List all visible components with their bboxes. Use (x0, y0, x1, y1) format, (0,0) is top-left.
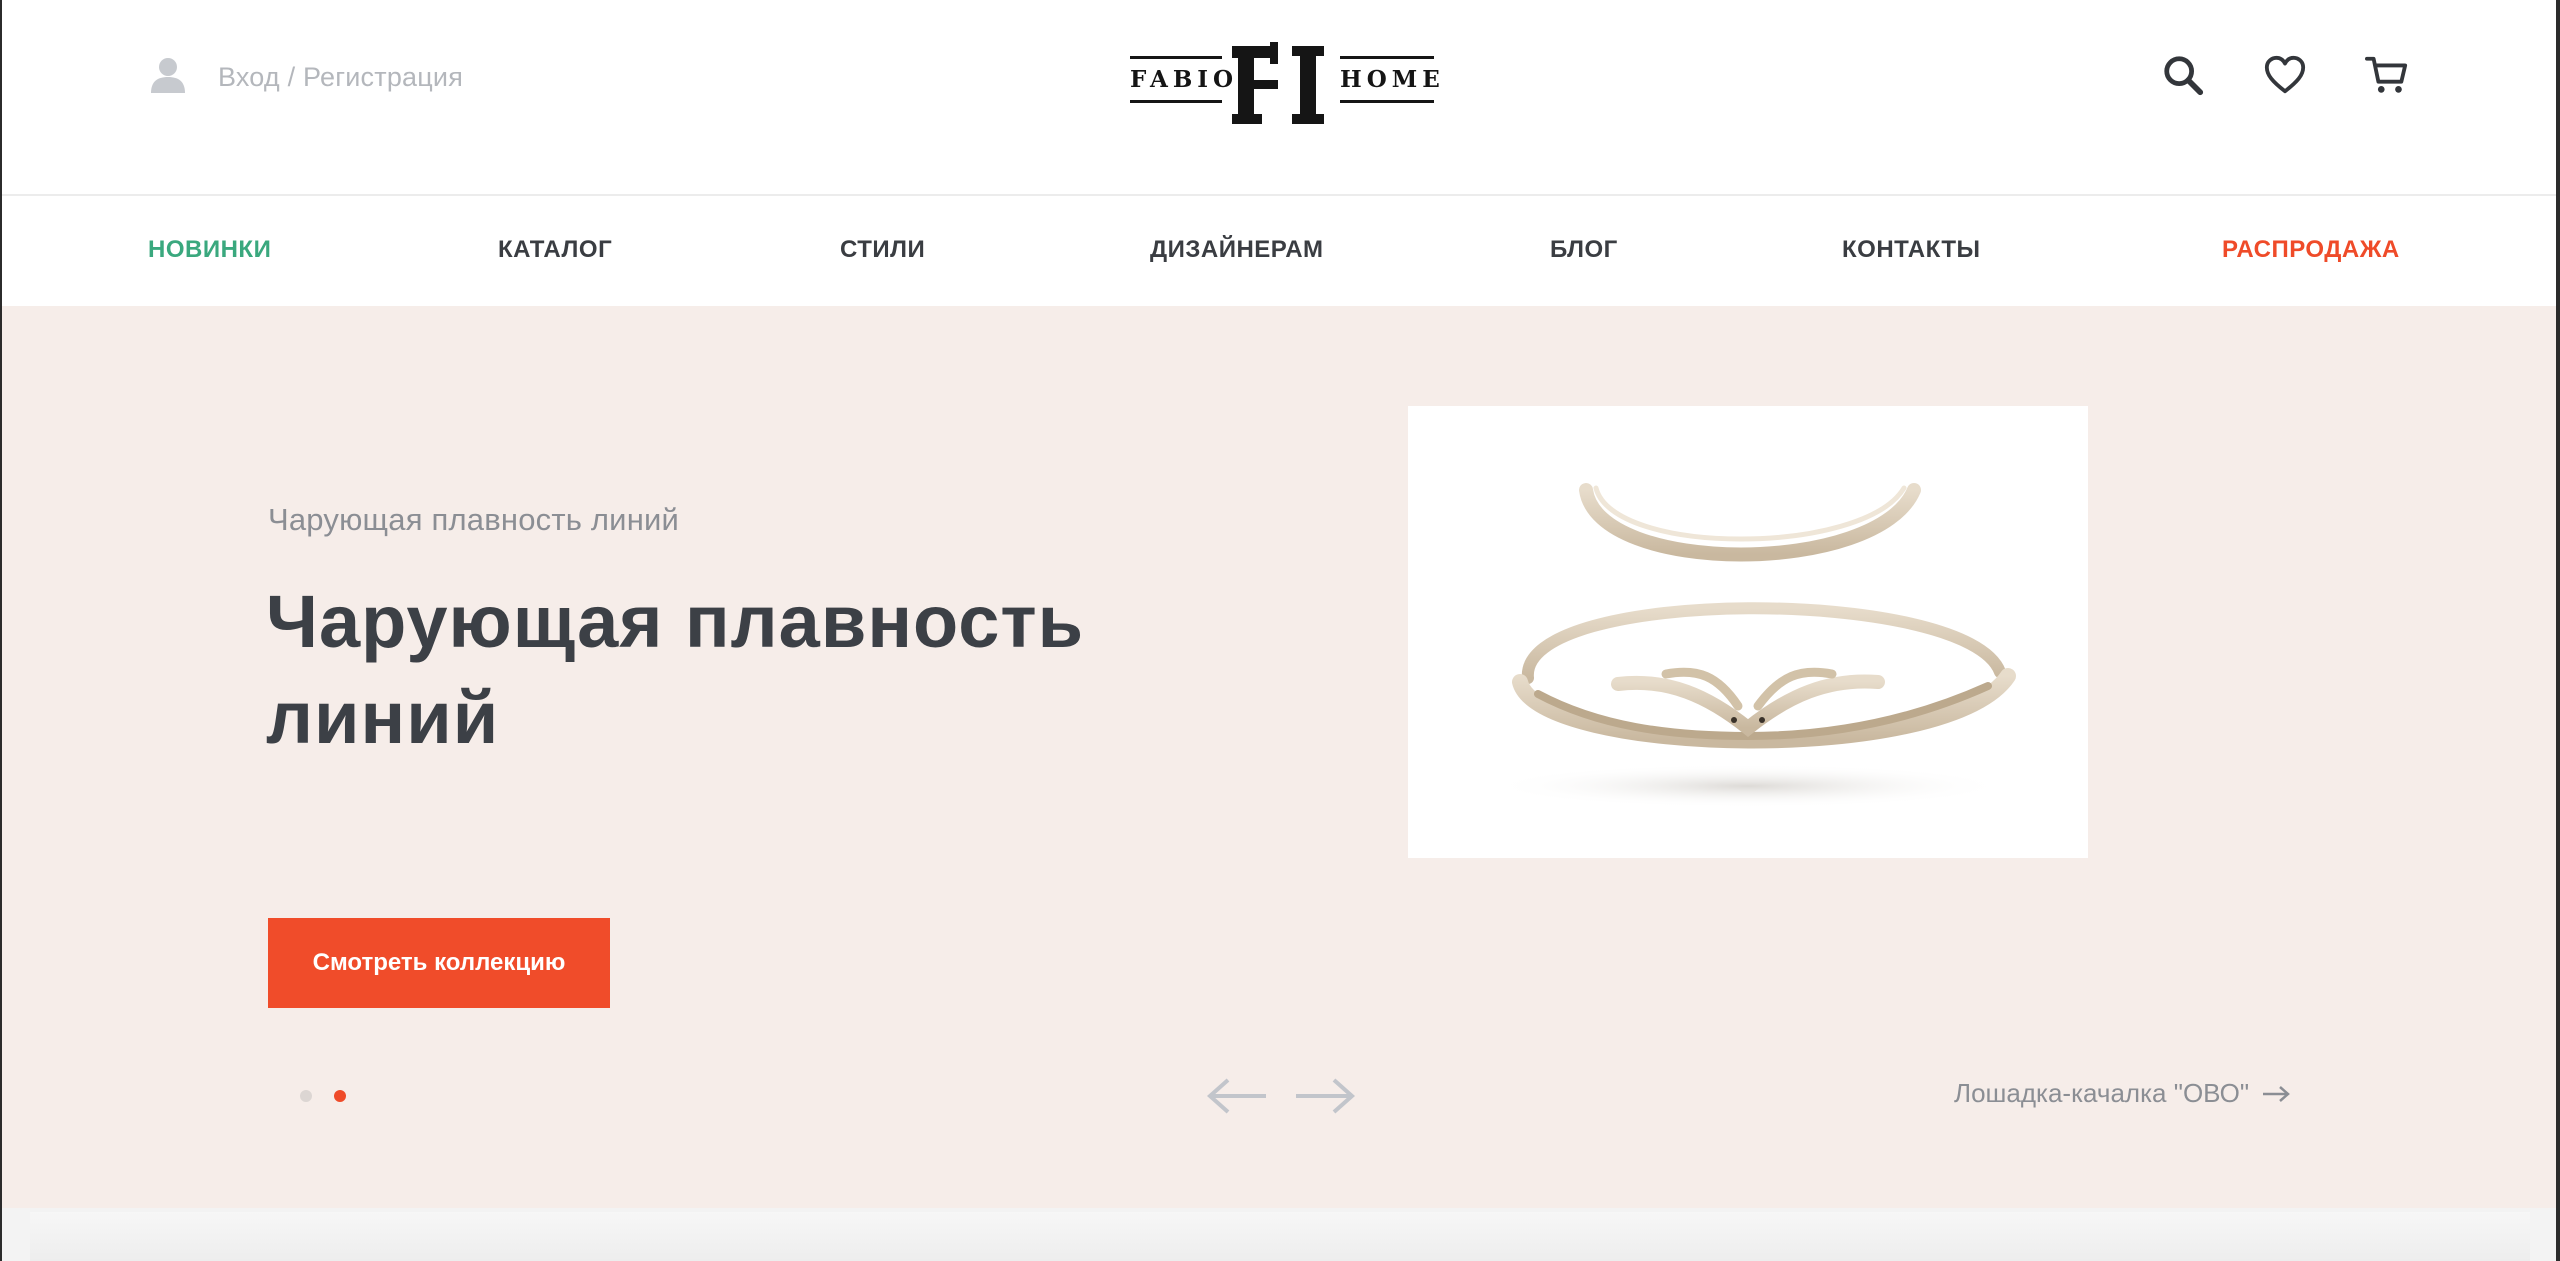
slider-dot-1[interactable] (300, 1090, 312, 1102)
cart-icon[interactable] (2364, 52, 2410, 98)
header: Вход / Регистрация FABIO HOME (2, 0, 2556, 196)
product-link-label: Лошадка-качалка "ОВО" (1954, 1078, 2250, 1108)
nav-item-new[interactable]: НОВИНКИ (148, 236, 271, 264)
logo-right-word: HOME (1340, 66, 1445, 93)
hero-title: Чарующая плавность линий (266, 580, 1085, 759)
main-nav: НОВИНКИ КАТАЛОГ СТИЛИ ДИЗАЙНЕРАМ БЛОГ КО… (2, 198, 2556, 306)
hero-slider: Чарующая плавность линий Чарующая плавно… (2, 306, 2556, 1208)
search-icon[interactable] (2160, 52, 2206, 98)
logo-rule (1340, 100, 1434, 103)
logo[interactable]: FABIO HOME (1130, 42, 1440, 126)
window-border-right (2556, 0, 2560, 1261)
heart-icon[interactable] (2262, 52, 2308, 98)
arrow-right-icon[interactable] (1292, 1076, 1356, 1116)
logo-left-word: FABIO (1130, 66, 1239, 93)
slider-arrows (1206, 1076, 1356, 1116)
next-section-card (30, 1212, 2530, 1261)
user-icon (148, 55, 188, 100)
slider-dots (300, 1090, 346, 1102)
arrow-left-icon[interactable] (1206, 1076, 1270, 1116)
nav-item-designers[interactable]: ДИЗАЙНЕРАМ (1150, 236, 1324, 264)
logo-rule (1130, 56, 1222, 59)
nav-item-styles[interactable]: СТИЛИ (840, 236, 925, 264)
view-collection-button[interactable]: Смотреть коллекцию (268, 918, 610, 1008)
logo-monogram-icon (1232, 42, 1324, 124)
nav-item-catalog[interactable]: КАТАЛОГ (498, 236, 612, 264)
logo-rule (1340, 56, 1434, 59)
login-label: Вход / Регистрация (218, 61, 464, 92)
product-link[interactable]: Лошадка-качалка "ОВО" (1954, 1078, 2291, 1109)
nav-item-sale[interactable]: РАСПРОДАЖА (2222, 236, 2400, 264)
arrow-right-icon (2263, 1085, 2291, 1102)
hero-product-image[interactable] (1408, 406, 2088, 858)
logo-rule (1130, 100, 1222, 103)
nav-item-blog[interactable]: БЛОГ (1550, 236, 1618, 264)
header-icons (2160, 52, 2410, 98)
nav-item-contacts[interactable]: КОНТАКТЫ (1842, 236, 1981, 264)
login-link[interactable]: Вход / Регистрация (148, 52, 463, 102)
slider-dot-2[interactable] (334, 1090, 346, 1102)
hero-subtitle: Чарующая плавность линий (268, 502, 680, 537)
